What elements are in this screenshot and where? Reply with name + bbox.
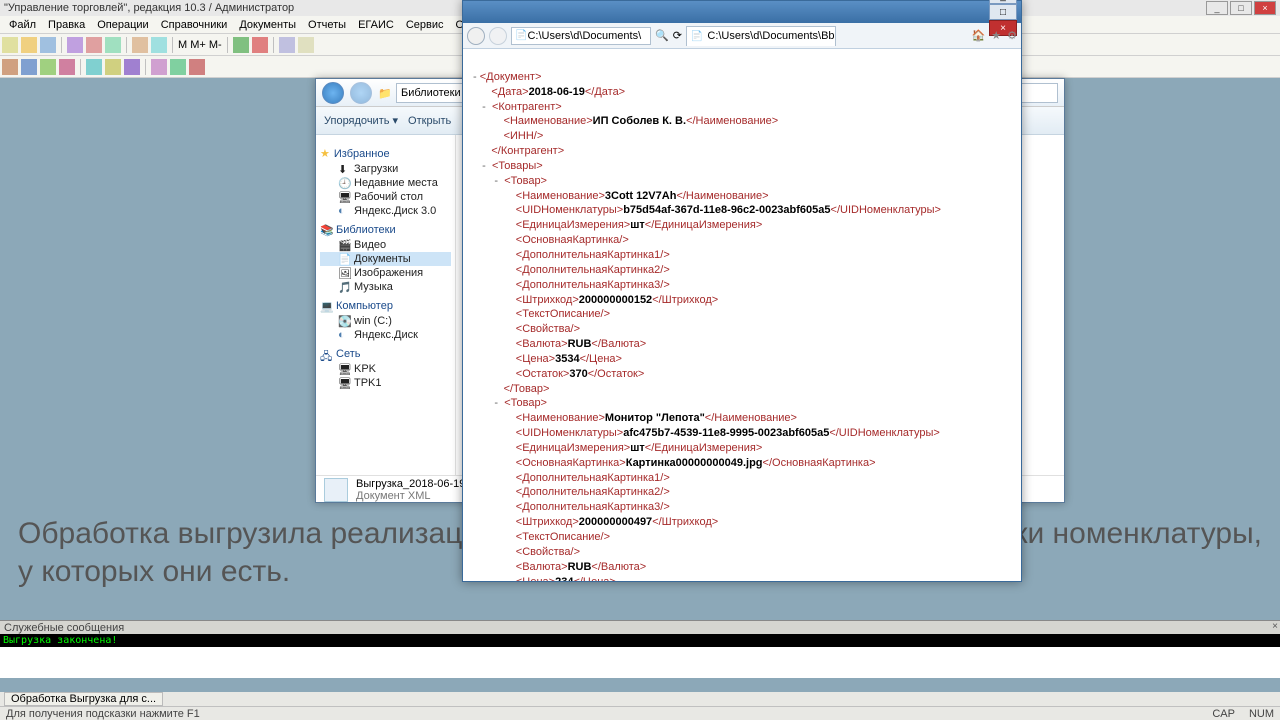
tree-item[interactable]: 🎬Видео (320, 238, 451, 252)
app-title: "Управление торговлей", редакция 10.3 / … (4, 2, 294, 14)
t2-icon[interactable] (170, 59, 186, 75)
ie-maximize-button[interactable]: □ (989, 4, 1017, 20)
ie-titlebar[interactable]: _ □ × (463, 1, 1021, 23)
tree-item[interactable]: 🖼Изображения (320, 266, 451, 280)
pc-icon: 🖥 (338, 377, 350, 389)
calc-icon[interactable] (151, 37, 167, 53)
menu-edit[interactable]: Правка (43, 18, 90, 32)
network-icon: 🖧 (320, 348, 332, 360)
print-icon[interactable] (132, 37, 148, 53)
cut-icon[interactable] (67, 37, 83, 53)
save-icon[interactable] (40, 37, 56, 53)
xml-file-icon (324, 478, 348, 502)
message-line: Выгрузка закончена! (0, 634, 1280, 647)
refresh-icon[interactable]: ⟳ (673, 29, 682, 42)
home-icon[interactable]: 🏠 (972, 29, 986, 42)
menu-rep[interactable]: Отчеты (303, 18, 351, 32)
tree-item-documents[interactable]: 📄Документы (320, 252, 451, 266)
yadisk-icon: ◐ (338, 329, 350, 341)
open-button[interactable]: Открыть (408, 115, 451, 127)
doc-icon: 📄 (338, 253, 350, 265)
new-icon[interactable] (2, 37, 18, 53)
ie-tab[interactable]: 📄 C:\Users\d\Documents\Bbl...× (686, 26, 836, 46)
nav-back-icon[interactable] (322, 82, 344, 104)
desktop-icon: 🖥 (338, 191, 350, 203)
messages-panel: Служебные сообщения × Выгрузка закончена! (0, 620, 1280, 678)
maximize-button[interactable]: □ (1230, 1, 1252, 15)
folder-icon: 📁 (378, 87, 390, 99)
copy-icon[interactable] (86, 37, 102, 53)
selected-file-type: Документ XML (356, 490, 465, 502)
computer-icon: 💻 (320, 300, 332, 312)
pc-icon: 🖥 (338, 363, 350, 375)
organize-button[interactable]: Упорядочить ▾ (324, 114, 398, 127)
tree-item[interactable]: 🕘Недавние места (320, 176, 451, 190)
menu-doc[interactable]: Документы (234, 18, 301, 32)
gear-icon[interactable]: ⚙ (1007, 29, 1017, 42)
refresh-icon[interactable] (233, 37, 249, 53)
close-button[interactable]: × (1254, 1, 1276, 15)
config-icon[interactable] (279, 37, 295, 53)
messages-header: Служебные сообщения (4, 622, 124, 634)
t2-icon[interactable] (151, 59, 167, 75)
window-tabs: Обработка Выгрузка для с... (0, 692, 1280, 706)
tree-item[interactable]: ⬇Загрузки (320, 162, 451, 176)
tree-item[interactable]: 🖥Рабочий стол (320, 190, 451, 204)
explorer-tree: ★Избранное ⬇Загрузки 🕘Недавние места 🖥Ра… (316, 135, 456, 475)
tree-item[interactable]: 💽win (C:) (320, 314, 451, 328)
ie-back-icon[interactable] (467, 27, 485, 45)
star-icon: ★ (320, 147, 330, 160)
yadisk-icon: ◐ (338, 205, 350, 217)
download-icon: ⬇ (338, 163, 350, 175)
library-icon: 📚 (320, 224, 332, 236)
ie-fwd-icon[interactable] (489, 27, 507, 45)
stop-icon[interactable] (252, 37, 268, 53)
image-icon: 🖼 (338, 267, 350, 279)
statusbar: Для получения подсказки нажмите F1 CAP N… (0, 706, 1280, 720)
t2-icon[interactable] (124, 59, 140, 75)
ie-address-input[interactable]: 📄 C:\Users\d\Documents\ (511, 27, 651, 45)
tree-item[interactable]: 🖥TPK1 (320, 376, 451, 390)
tree-item[interactable]: 🖥KPK (320, 362, 451, 376)
drive-icon: 💽 (338, 315, 350, 327)
menu-ops[interactable]: Операции (92, 18, 153, 32)
t2-icon[interactable] (105, 59, 121, 75)
music-icon: 🎵 (338, 281, 350, 293)
status-hint: Для получения подсказки нажмите F1 (6, 708, 200, 720)
minimize-button[interactable]: _ (1206, 1, 1228, 15)
tree-item[interactable]: 🎵Музыка (320, 280, 451, 294)
menu-ref[interactable]: Справочники (156, 18, 233, 32)
menu-egais[interactable]: ЕГАИС (353, 18, 399, 32)
t2-icon[interactable] (21, 59, 37, 75)
cap-indicator: CAP (1212, 708, 1235, 720)
help-icon[interactable] (298, 37, 314, 53)
tree-item[interactable]: ◐Яндекс.Диск 3.0 (320, 204, 451, 218)
nav-fwd-icon[interactable] (350, 82, 372, 104)
window-tab[interactable]: Обработка Выгрузка для с... (4, 692, 163, 706)
video-icon: 🎬 (338, 239, 350, 251)
favorites-icon[interactable]: ★ (991, 29, 1001, 42)
selected-file-name: Выгрузка_2018-06-19 (356, 478, 465, 490)
recent-icon: 🕘 (338, 177, 350, 189)
ie-window: _ □ × 📄 C:\Users\d\Documents\ 🔍 ⟳ 📄 C:\U… (462, 0, 1022, 582)
paste-icon[interactable] (105, 37, 121, 53)
t2-icon[interactable] (59, 59, 75, 75)
t2-icon[interactable] (40, 59, 56, 75)
num-indicator: NUM (1249, 708, 1274, 720)
menu-svc[interactable]: Сервис (401, 18, 449, 32)
t2-icon[interactable] (2, 59, 18, 75)
t2-icon[interactable] (86, 59, 102, 75)
xml-viewer: - <Документ> <Дата>2018-06-19</Дата> - <… (463, 49, 1021, 581)
open-icon[interactable] (21, 37, 37, 53)
messages-close-icon[interactable]: × (1272, 621, 1278, 632)
tree-item[interactable]: ◐Яндекс.Диск (320, 328, 451, 342)
search-icon[interactable]: 🔍 (655, 29, 669, 42)
t2-icon[interactable] (189, 59, 205, 75)
menu-file[interactable]: Файл (4, 18, 41, 32)
